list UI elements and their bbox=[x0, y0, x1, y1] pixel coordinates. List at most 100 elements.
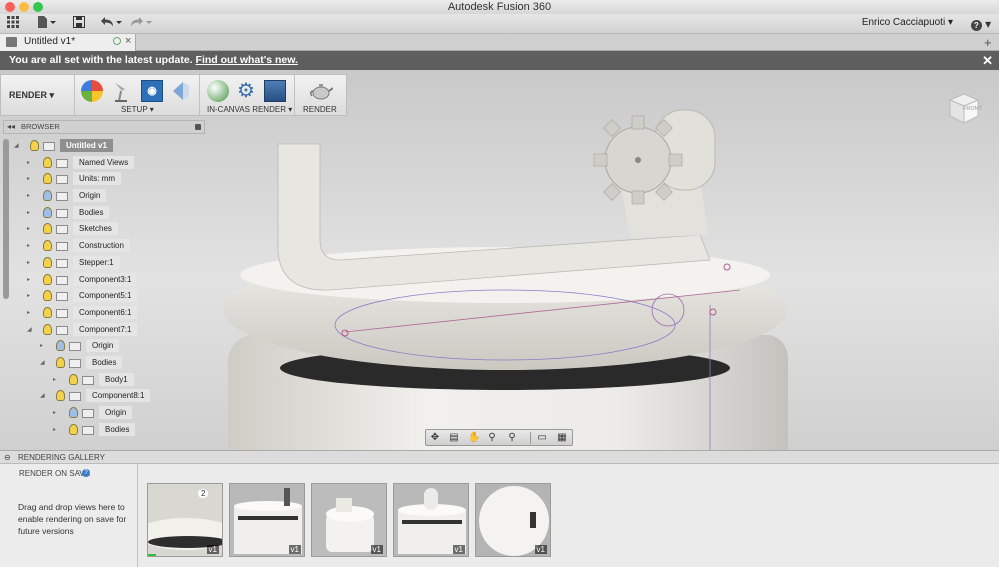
expand-arrow-icon[interactable]: ▸ bbox=[27, 306, 30, 320]
expand-arrow-icon[interactable]: ▸ bbox=[27, 239, 30, 253]
expand-arrow-icon[interactable]: ▸ bbox=[40, 339, 43, 353]
pin-browser-icon[interactable] bbox=[195, 124, 201, 130]
capture-image-icon[interactable] bbox=[264, 80, 286, 102]
in-canvas-render-dropdown[interactable]: IN-CANVAS RENDER ▾ bbox=[207, 105, 292, 114]
gallery-thumbnail[interactable]: v1 bbox=[311, 483, 387, 557]
browser-tree-item[interactable]: ◢ Untitled v1 bbox=[8, 139, 208, 156]
visibility-bulb-icon[interactable] bbox=[43, 190, 52, 202]
whats-new-link[interactable]: Find out what's new. bbox=[196, 54, 298, 66]
minimize-window-button[interactable] bbox=[19, 2, 29, 12]
visibility-bulb-icon[interactable] bbox=[43, 306, 52, 318]
browser-tree-item[interactable]: ▸ Component5:1 bbox=[8, 289, 208, 306]
tab-untitled[interactable]: Untitled v1* × bbox=[0, 34, 136, 51]
new-tab-icon[interactable]: + bbox=[984, 35, 992, 50]
browser-tree-item[interactable]: ◢ Bodies bbox=[8, 355, 208, 373]
visibility-bulb-icon[interactable] bbox=[43, 240, 52, 252]
user-menu[interactable]: Enrico Cacciapuoti ▾ bbox=[862, 17, 953, 28]
browser-tree-item[interactable]: ▸ Sketches bbox=[8, 222, 208, 239]
browser-tree-item[interactable]: ▸ Body1 bbox=[8, 372, 208, 390]
collapse-gallery-icon[interactable]: ⊖ bbox=[4, 451, 11, 464]
visibility-bulb-icon[interactable] bbox=[30, 140, 39, 151]
close-notice-icon[interactable]: ✕ bbox=[982, 51, 993, 70]
gallery-thumbnail[interactable]: 2 v1 bbox=[147, 483, 223, 557]
redo-icon[interactable] bbox=[128, 16, 154, 32]
undo-icon[interactable] bbox=[98, 16, 124, 32]
browser-tree-item[interactable]: ▸ Stepper:1 bbox=[8, 255, 208, 273]
visibility-bulb-icon[interactable] bbox=[69, 407, 78, 418]
decal-icon[interactable] bbox=[171, 80, 191, 102]
browser-tree-item[interactable]: ▸ Origin bbox=[8, 189, 208, 206]
scene-settings-icon[interactable] bbox=[111, 80, 133, 102]
visibility-bulb-icon[interactable] bbox=[43, 323, 52, 335]
expand-arrow-icon[interactable]: ◢ bbox=[14, 139, 19, 153]
browser-tree-item[interactable]: ▸ Named Views bbox=[8, 155, 208, 173]
pan-icon[interactable]: ✋ bbox=[468, 432, 480, 444]
collapse-browser-icon[interactable]: ◂◂ bbox=[7, 121, 15, 133]
workspace-switcher[interactable]: RENDER ▾ bbox=[9, 90, 54, 101]
visibility-bulb-icon[interactable] bbox=[56, 356, 65, 368]
browser-tree-item[interactable]: ▸ Component6:1 bbox=[8, 305, 208, 323]
expand-arrow-icon[interactable]: ▸ bbox=[27, 172, 30, 186]
close-window-button[interactable] bbox=[5, 2, 15, 12]
appearance-icon[interactable] bbox=[81, 80, 103, 102]
view-cube[interactable]: FRONT bbox=[946, 90, 982, 126]
display-settings-icon[interactable]: ▭ bbox=[534, 432, 550, 444]
expand-arrow-icon[interactable]: ▸ bbox=[27, 189, 30, 203]
visibility-bulb-icon[interactable] bbox=[43, 290, 52, 302]
visibility-bulb-icon[interactable] bbox=[43, 256, 52, 268]
gallery-thumbnail[interactable]: v1 bbox=[393, 483, 469, 557]
grid-settings-icon[interactable]: ▦ bbox=[554, 432, 570, 444]
browser-tree-item[interactable]: ▸ Origin bbox=[8, 339, 208, 356]
browser-tree-item[interactable]: ◢ Component8:1 bbox=[8, 389, 208, 406]
visibility-bulb-icon[interactable] bbox=[56, 340, 65, 352]
in-canvas-render-icon[interactable] bbox=[207, 80, 229, 102]
browser-tree-item[interactable]: ▸ Bodies bbox=[8, 422, 208, 440]
expand-arrow-icon[interactable]: ▸ bbox=[53, 373, 56, 387]
version-badge: v1 bbox=[206, 545, 219, 554]
expand-arrow-icon[interactable]: ▸ bbox=[27, 273, 30, 287]
browser-tree-item[interactable]: ▸ Origin bbox=[8, 406, 208, 423]
texture-map-icon[interactable]: ◉ bbox=[141, 80, 163, 102]
zoom-window-button[interactable] bbox=[33, 2, 43, 12]
expand-arrow-icon[interactable]: ◢ bbox=[40, 356, 45, 370]
expand-arrow-icon[interactable]: ▸ bbox=[53, 406, 56, 420]
zoom-icon[interactable]: ⚲ bbox=[486, 432, 498, 444]
visibility-bulb-icon[interactable] bbox=[43, 173, 52, 185]
browser-tree-item[interactable]: ▸ Component3:1 bbox=[8, 272, 208, 290]
expand-arrow-icon[interactable]: ▸ bbox=[27, 156, 30, 170]
fit-icon[interactable]: ⚲ bbox=[506, 432, 518, 444]
browser-scrollbar[interactable] bbox=[3, 139, 9, 299]
save-icon[interactable] bbox=[72, 16, 86, 32]
setup-dropdown[interactable]: SETUP ▾ bbox=[121, 105, 154, 114]
visibility-bulb-icon[interactable] bbox=[43, 206, 52, 218]
gallery-thumbnail[interactable]: v1 bbox=[229, 483, 305, 557]
expand-arrow-icon[interactable]: ◢ bbox=[40, 389, 45, 403]
look-at-icon[interactable]: ▤ bbox=[448, 432, 460, 444]
visibility-bulb-icon[interactable] bbox=[69, 373, 78, 385]
expand-arrow-icon[interactable]: ▸ bbox=[27, 206, 30, 220]
file-menu-icon[interactable] bbox=[36, 16, 58, 32]
render-teapot-icon[interactable] bbox=[309, 80, 334, 102]
expand-arrow-icon[interactable]: ▸ bbox=[27, 256, 30, 270]
orbit-icon[interactable]: ✥ bbox=[429, 432, 441, 444]
close-tab-icon[interactable]: × bbox=[125, 35, 131, 47]
visibility-bulb-icon[interactable] bbox=[56, 390, 65, 402]
visibility-bulb-icon[interactable] bbox=[43, 156, 52, 168]
browser-tree-item[interactable]: ▸ Bodies bbox=[8, 205, 208, 223]
browser-tree-item[interactable]: ◢ Component7:1 bbox=[8, 322, 208, 340]
expand-arrow-icon[interactable]: ▸ bbox=[53, 423, 56, 437]
expand-arrow-icon[interactable]: ▸ bbox=[27, 222, 30, 236]
info-icon[interactable]: ? bbox=[82, 469, 90, 477]
visibility-bulb-icon[interactable] bbox=[43, 223, 52, 235]
browser-tree-item[interactable]: ▸ Construction bbox=[8, 239, 208, 256]
render-settings-icon[interactable]: ⚙ bbox=[235, 80, 257, 102]
visibility-bulb-icon[interactable] bbox=[69, 423, 78, 435]
gallery-thumbnail[interactable]: v1 bbox=[475, 483, 551, 557]
help-icon[interactable]: ? ▾ bbox=[970, 16, 992, 32]
visibility-bulb-icon[interactable] bbox=[43, 273, 52, 285]
expand-arrow-icon[interactable]: ▸ bbox=[27, 289, 30, 303]
expand-arrow-icon[interactable]: ◢ bbox=[27, 323, 32, 337]
render-button[interactable]: RENDER bbox=[303, 105, 337, 114]
browser-tree-item[interactable]: ▸ Units: mm bbox=[8, 172, 208, 189]
grid-menu-icon[interactable] bbox=[6, 16, 20, 32]
